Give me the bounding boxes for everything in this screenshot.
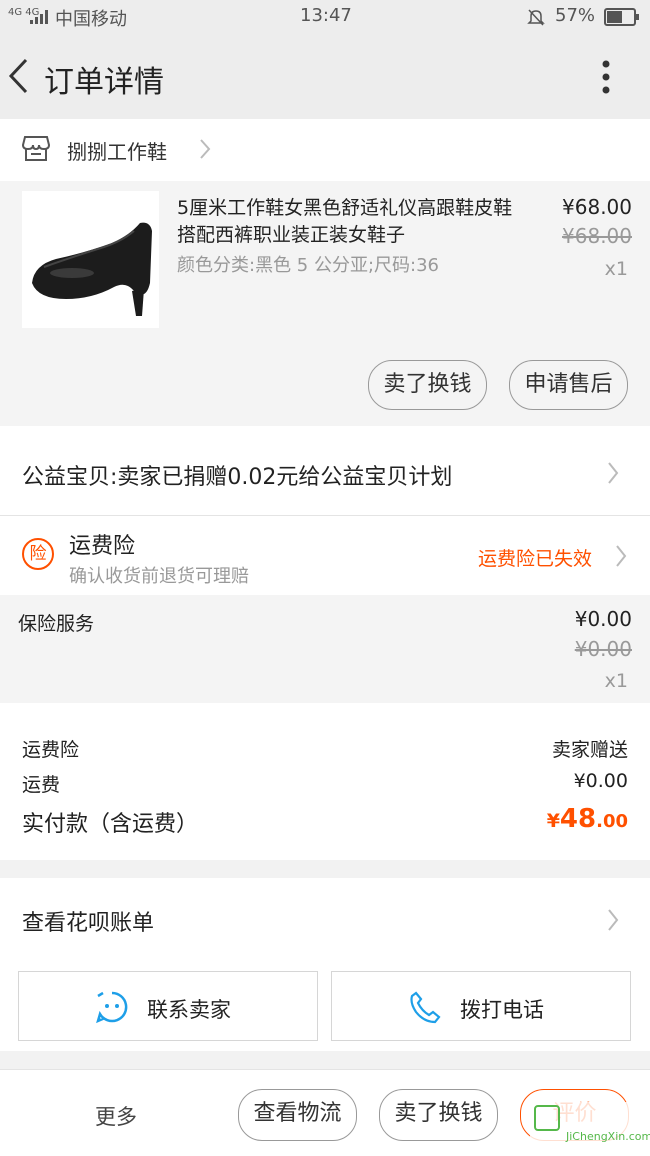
call-phone-label: 拨打电话 [460,998,544,1022]
huabei-bill-row[interactable]: 查看花呗账单 [0,878,650,962]
product-variant: 颜色分类:黑色 5 公分亚;尺码:36 [177,255,439,276]
watermark-text: JiChengXin.com [566,1130,650,1143]
chevron-right-icon [616,545,627,567]
more-button[interactable]: 更多 [95,1101,137,1131]
product-card[interactable]: 5厘米工作鞋女黑色舒适礼仪高跟鞋皮鞋搭配西裤职业装正装女鞋子 颜色分类:黑色 5… [0,181,650,426]
product-title[interactable]: 5厘米工作鞋女黑色舒适礼仪高跟鞋皮鞋搭配西裤职业装正装女鞋子 [177,195,517,249]
summary-shipping-label: 运费 [22,774,61,796]
carrier-name: 中国移动 [55,9,127,30]
total-amount: ¥48.00 [547,804,628,834]
clock: 13:47 [300,5,352,26]
chevron-right-icon [608,909,619,931]
summary-insurance-label: 运费险 [22,739,80,761]
total-integer: 48 [559,804,597,834]
insurance-service-block: 保险服务 ¥0.00 ¥0.00 x1 [0,595,650,703]
bottom-action-bar: 更多 查看物流 卖了换钱 评价 JiChengXin.com [0,1069,650,1156]
insurance-title: 运费险 [69,534,136,559]
total-decimal: .00 [596,811,628,832]
watermark: JiChengXin.com [530,1102,650,1148]
shipping-insurance-row[interactable]: 险 运费险 确认收货前退货可理赔 运费险已失效 [0,516,650,595]
product-price: ¥68.00 [562,195,632,219]
contact-seller-button[interactable]: 联系卖家 [18,971,318,1041]
chevron-right-icon [200,139,211,159]
back-arrow-icon[interactable] [6,57,32,95]
charity-text: 公益宝贝:卖家已捐赠0.02元给公益宝贝计划 [22,465,453,490]
more-menu-icon[interactable] [598,59,614,97]
insurance-status: 运费险已失效 [478,548,593,570]
signal-icon [30,10,48,24]
shoe-image [32,222,152,316]
product-quantity: x1 [604,258,628,280]
shop-icon [22,136,50,161]
battery-icon [604,8,639,26]
contact-seller-label: 联系卖家 [147,998,231,1022]
service-price: ¥0.00 [574,607,632,631]
shop-name[interactable]: 捌捌工作鞋 [67,136,167,165]
order-summary: 运费险 卖家赠送 运费 ¥0.00 实付款（含运费） ¥48.00 [0,703,650,860]
phone-icon [410,991,441,1024]
insurance-badge-icon: 险 [22,538,54,570]
view-logistics-button[interactable]: 查看物流 [238,1089,357,1141]
status-bar: 4G 4G 中国移动 13:47 57% [0,0,650,33]
call-phone-button[interactable]: 拨打电话 [331,971,631,1041]
after-sale-button[interactable]: 申请售后 [509,360,628,410]
huabei-label: 查看花呗账单 [22,911,155,936]
chevron-right-icon [608,462,619,484]
watermark-logo-icon [534,1105,560,1131]
product-image[interactable] [22,191,159,328]
page-title: 订单详情 [44,65,164,100]
summary-insurance-value: 卖家赠送 [551,739,628,761]
insurance-subtitle: 确认收货前退货可理赔 [69,566,249,587]
total-label: 实付款（含运费） [22,812,199,837]
total-currency: ¥ [546,810,560,832]
mute-bell-icon [527,9,545,26]
product-original-price: ¥68.00 [562,224,632,248]
sell-for-cash-button[interactable]: 卖了换钱 [368,360,487,410]
sell-again-button[interactable]: 卖了换钱 [379,1089,498,1141]
battery-percent: 57% [555,5,596,26]
service-quantity: x1 [604,670,628,692]
summary-shipping-value: ¥0.00 [573,770,628,792]
chat-face-icon [96,991,128,1024]
navigation-bar: 订单详情 [0,33,650,119]
shop-row[interactable]: 捌捌工作鞋 [0,119,650,181]
charity-row[interactable]: 公益宝贝:卖家已捐赠0.02元给公益宝贝计划 [0,426,650,515]
service-label: 保险服务 [18,613,95,635]
service-original-price: ¥0.00 [574,637,632,661]
